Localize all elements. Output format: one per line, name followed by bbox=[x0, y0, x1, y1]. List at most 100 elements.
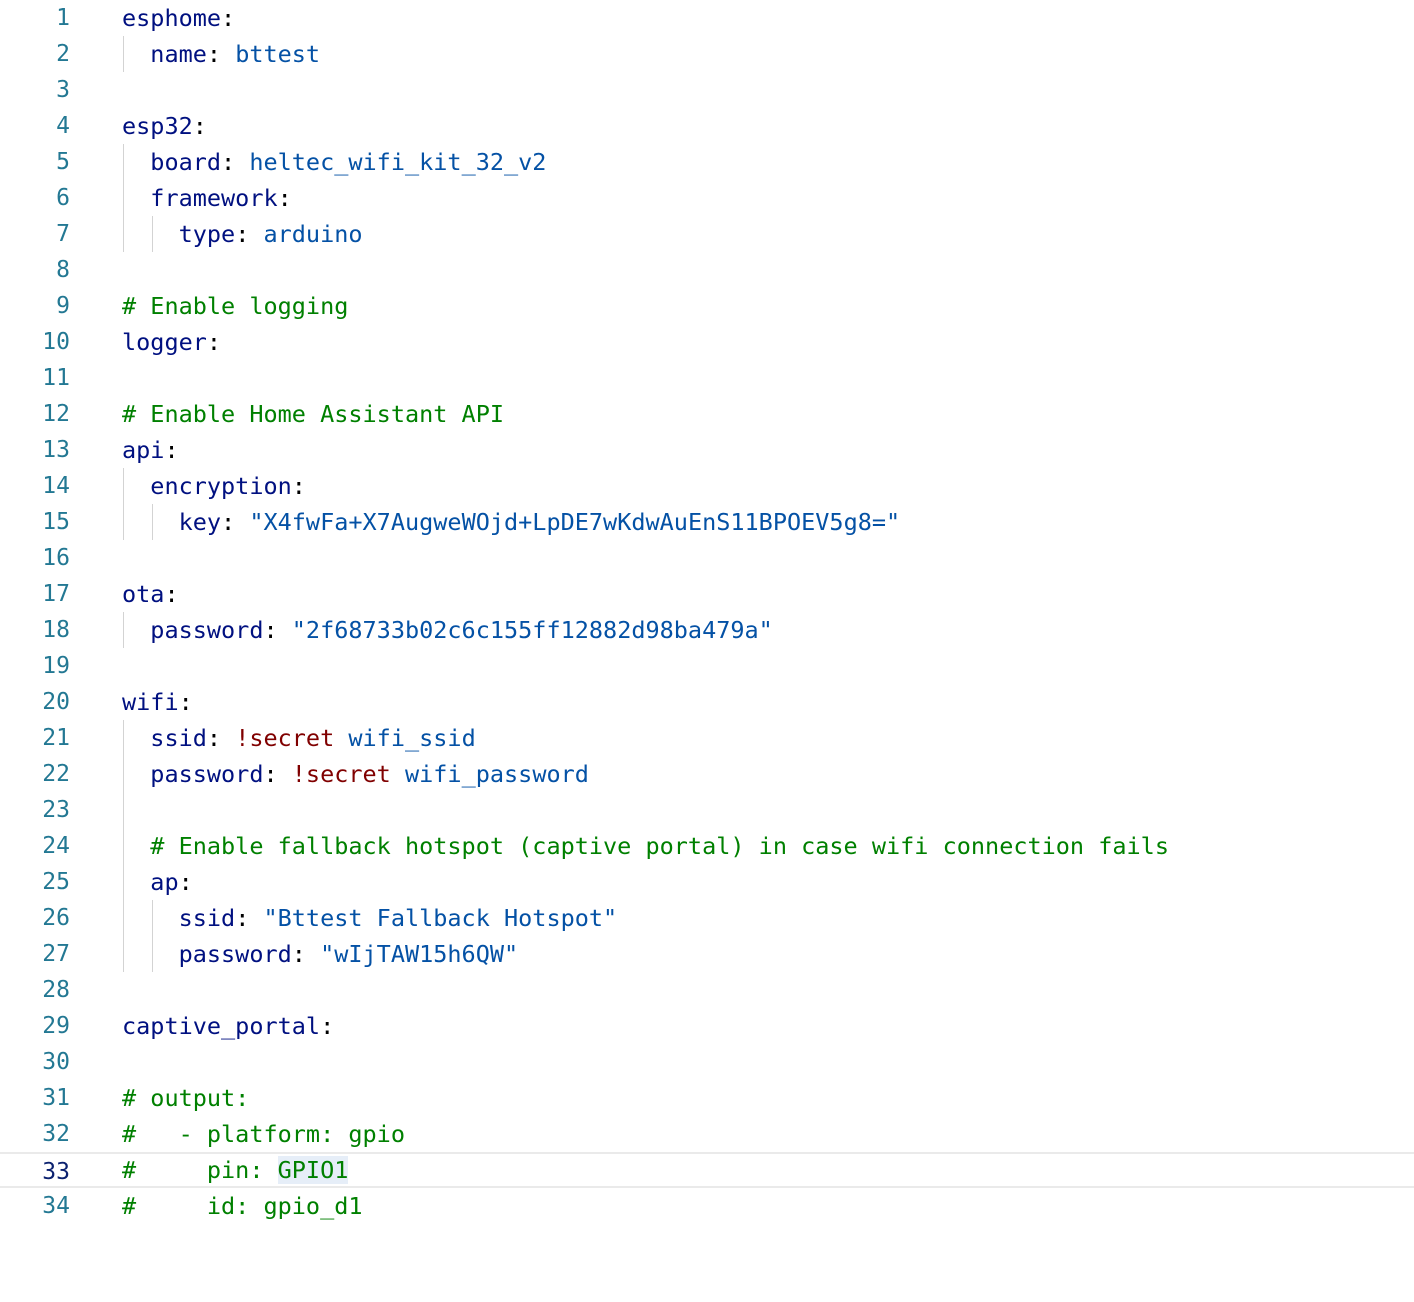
line-number: 27 bbox=[42, 941, 70, 967]
yaml-key: api bbox=[122, 436, 165, 464]
code-line[interactable]: 1 esphome: bbox=[0, 0, 1414, 36]
yaml-string: "wIjTAW15h6QW" bbox=[320, 940, 519, 968]
code-text: framework: bbox=[122, 180, 292, 216]
code-line[interactable]: 28 bbox=[0, 972, 1414, 1008]
code-line[interactable]: 21 ssid: !secret wifi_ssid bbox=[0, 720, 1414, 756]
code-line-current[interactable]: 33 # pin: GPIO1 bbox=[0, 1152, 1414, 1188]
yaml-key: captive_portal bbox=[122, 1012, 321, 1040]
yaml-key: esphome bbox=[122, 4, 222, 32]
yaml-key: wifi bbox=[122, 688, 179, 716]
yaml-comment: # id: gpio_d1 bbox=[122, 1192, 363, 1220]
line-number: 2 bbox=[56, 41, 70, 67]
code-line[interactable]: 14 encryption: bbox=[0, 468, 1414, 504]
yaml-comment: # pin: bbox=[122, 1156, 278, 1184]
code-line[interactable]: 19 bbox=[0, 648, 1414, 684]
code-line[interactable]: 3 bbox=[0, 72, 1414, 108]
code-text: ssid: "Bttest Fallback Hotspot" bbox=[122, 900, 618, 936]
yaml-key: name bbox=[150, 40, 207, 68]
code-text: # output: bbox=[122, 1080, 249, 1116]
yaml-key: key bbox=[178, 508, 222, 536]
code-line[interactable]: 11 bbox=[0, 360, 1414, 396]
code-line[interactable]: 9 # Enable logging bbox=[0, 288, 1414, 324]
colon: : bbox=[164, 436, 179, 464]
code-editor[interactable]: 1 esphome: 2 name: bttest 3 4 esp32: 5 board: … bbox=[0, 0, 1414, 1302]
line-number: 12 bbox=[42, 401, 70, 427]
code-text: # Enable fallback hotspot (captive porta… bbox=[122, 828, 1169, 864]
code-text: password: "wIjTAW15h6QW" bbox=[122, 936, 519, 972]
code-line[interactable]: 27 password: "wIjTAW15h6QW" bbox=[0, 936, 1414, 972]
code-line[interactable]: 5 board: heltec_wifi_kit_32_v2 bbox=[0, 144, 1414, 180]
code-text: password: !secret wifi_password bbox=[122, 756, 589, 792]
code-line[interactable]: 8 bbox=[0, 252, 1414, 288]
yaml-key: password bbox=[150, 616, 264, 644]
code-line[interactable]: 26 ssid: "Bttest Fallback Hotspot" bbox=[0, 900, 1414, 936]
code-text: board: heltec_wifi_kit_32_v2 bbox=[122, 144, 546, 180]
code-text: ap: bbox=[122, 864, 192, 900]
line-number: 5 bbox=[56, 149, 70, 175]
indent-guide bbox=[123, 792, 124, 828]
line-number: 30 bbox=[42, 1049, 70, 1075]
code-text: # Enable Home Assistant API bbox=[122, 396, 504, 432]
code-line[interactable]: 25 ap: bbox=[0, 864, 1414, 900]
line-number: 33 bbox=[42, 1159, 70, 1185]
line-number: 8 bbox=[56, 257, 70, 283]
yaml-key: board bbox=[150, 148, 222, 176]
colon: : bbox=[178, 688, 193, 716]
yaml-key: logger bbox=[122, 328, 207, 356]
colon: : bbox=[164, 580, 179, 608]
yaml-key: password bbox=[150, 760, 264, 788]
code-line[interactable]: 32 # - platform: gpio bbox=[0, 1116, 1414, 1152]
code-line[interactable]: 15 key: "X4fwFa+X7AugweWOjd+LpDE7wKdwAuE… bbox=[0, 504, 1414, 540]
yaml-comment: # - platform: gpio bbox=[122, 1120, 405, 1148]
code-line[interactable]: 12 # Enable Home Assistant API bbox=[0, 396, 1414, 432]
colon: : bbox=[320, 1012, 335, 1040]
code-line[interactable]: 13 api: bbox=[0, 432, 1414, 468]
code-line[interactable]: 18 password: "2f68733b02c6c155ff12882d98… bbox=[0, 612, 1414, 648]
line-number: 1 bbox=[56, 5, 70, 31]
yaml-key: ap bbox=[150, 868, 179, 896]
line-number: 4 bbox=[56, 113, 70, 139]
colon: : bbox=[263, 760, 292, 788]
line-number: 15 bbox=[42, 509, 70, 535]
code-line[interactable]: 22 password: !secret wifi_password bbox=[0, 756, 1414, 792]
code-text: ssid: !secret wifi_ssid bbox=[122, 720, 475, 756]
line-number: 11 bbox=[42, 365, 70, 391]
code-line[interactable]: 10 logger: bbox=[0, 324, 1414, 360]
code-line[interactable]: 30 bbox=[0, 1044, 1414, 1080]
code-line[interactable]: 6 framework: bbox=[0, 180, 1414, 216]
code-line[interactable]: 2 name: bttest bbox=[0, 36, 1414, 72]
code-line[interactable]: 23 bbox=[0, 792, 1414, 828]
code-line[interactable]: 31 # output: bbox=[0, 1080, 1414, 1116]
code-text: # - platform: gpio bbox=[122, 1116, 405, 1152]
code-text: password: "2f68733b02c6c155ff12882d98ba4… bbox=[122, 612, 773, 648]
code-line[interactable]: 34 # id: gpio_d1 bbox=[0, 1188, 1414, 1224]
yaml-value: bttest bbox=[235, 40, 321, 68]
yaml-value: arduino bbox=[263, 220, 363, 248]
line-number: 9 bbox=[56, 293, 70, 319]
line-number: 25 bbox=[42, 869, 70, 895]
code-line[interactable]: 4 esp32: bbox=[0, 108, 1414, 144]
code-line[interactable]: 7 type: arduino bbox=[0, 216, 1414, 252]
code-line[interactable]: 17 ota: bbox=[0, 576, 1414, 612]
code-line[interactable]: 16 bbox=[0, 540, 1414, 576]
colon: : bbox=[291, 940, 321, 968]
yaml-value: wifi_password bbox=[404, 760, 589, 788]
code-text: wifi: bbox=[122, 684, 193, 720]
code-line[interactable]: 29 captive_portal: bbox=[0, 1008, 1414, 1044]
line-number: 3 bbox=[56, 77, 70, 103]
line-number: 18 bbox=[42, 617, 70, 643]
code-line[interactable]: 24 # Enable fallback hotspot (captive po… bbox=[0, 828, 1414, 864]
yaml-string: "Bttest Fallback Hotspot" bbox=[263, 904, 618, 932]
yaml-comment: # Enable logging bbox=[122, 292, 349, 320]
code-line[interactable]: 20 wifi: bbox=[0, 684, 1414, 720]
colon: : bbox=[291, 472, 306, 500]
code-text: type: arduino bbox=[122, 216, 363, 252]
